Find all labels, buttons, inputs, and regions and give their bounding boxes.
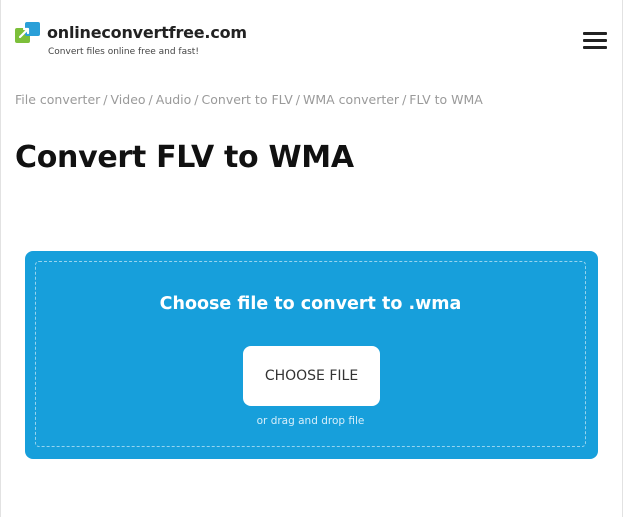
- breadcrumb-item-flv-to-wma[interactable]: FLV to WMA: [409, 92, 483, 107]
- breadcrumb-item-file-converter[interactable]: File converter: [15, 92, 100, 107]
- choose-file-button[interactable]: CHOOSE FILE: [243, 346, 380, 406]
- breadcrumb-item-wma-converter[interactable]: WMA converter: [303, 92, 399, 107]
- logo-text: onlineconvertfree.com Convert files onli…: [47, 22, 247, 57]
- page-title: Convert FLV to WMA: [15, 140, 354, 175]
- site-logo-link[interactable]: onlineconvertfree.com Convert files onli…: [15, 22, 247, 57]
- breadcrumb-separator: /: [148, 92, 153, 107]
- upload-panel: Choose file to convert to .wma CHOOSE FI…: [25, 251, 598, 459]
- breadcrumb: File converter / Video / Audio / Convert to FL…: [15, 92, 483, 107]
- breadcrumb-item-convert-to-flv[interactable]: Convert to FLV: [202, 92, 293, 107]
- site-tagline: Convert files online free and fast!: [48, 47, 199, 57]
- hamburger-menu-icon[interactable]: [583, 30, 609, 52]
- breadcrumb-item-audio[interactable]: Audio: [156, 92, 192, 107]
- breadcrumb-item-video[interactable]: Video: [111, 92, 146, 107]
- site-name: onlineconvertfree.com: [47, 23, 247, 42]
- breadcrumb-separator: /: [402, 92, 407, 107]
- breadcrumb-separator: /: [194, 92, 199, 107]
- convert-arrows-icon: [15, 22, 40, 43]
- breadcrumb-separator: /: [103, 92, 108, 107]
- drag-drop-hint: or drag and drop file: [256, 415, 365, 427]
- upload-heading: Choose file to convert to .wma: [159, 294, 462, 314]
- drop-zone[interactable]: Choose file to convert to .wma CHOOSE FI…: [35, 261, 586, 447]
- breadcrumb-separator: /: [295, 92, 300, 107]
